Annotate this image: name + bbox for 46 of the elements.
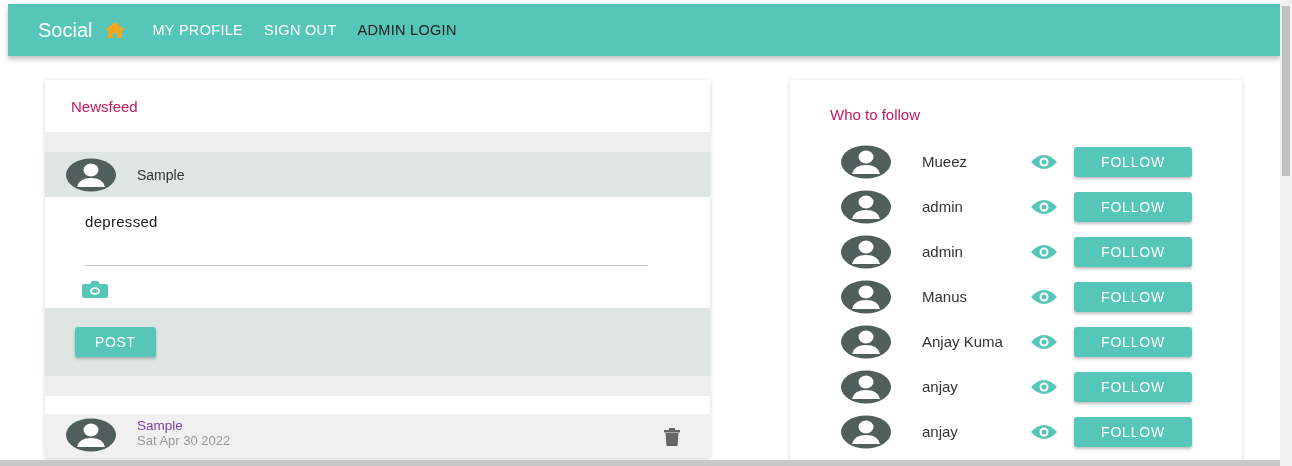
avatar-icon [840, 279, 892, 314]
avatar-icon [840, 324, 892, 359]
scrollbar[interactable] [0, 460, 1280, 466]
eye-icon[interactable] [1030, 288, 1058, 305]
follow-button[interactable]: FOLLOW [1074, 191, 1192, 222]
home-icon[interactable] [104, 21, 127, 39]
follow-button[interactable]: FOLLOW [1074, 146, 1192, 177]
eye-icon[interactable] [1030, 243, 1058, 260]
user-name: Manus [922, 288, 969, 305]
avatar-icon [840, 369, 892, 404]
brand-link[interactable]: Social [38, 18, 93, 42]
eye-icon[interactable] [1030, 378, 1058, 395]
eye-icon[interactable] [1030, 153, 1058, 170]
follow-button[interactable]: FOLLOW [1074, 281, 1192, 312]
user-name: admin [922, 198, 964, 215]
follow-button[interactable]: FOLLOW [1074, 371, 1192, 402]
delete-icon[interactable] [664, 428, 680, 446]
avatar-icon [840, 144, 892, 179]
eye-icon[interactable] [1030, 198, 1058, 215]
post-button[interactable]: POST [75, 327, 156, 357]
eye-icon[interactable] [1030, 423, 1058, 440]
avatar-icon [840, 234, 892, 269]
user-name: Sample [137, 166, 185, 183]
scrollbar[interactable] [1280, 0, 1292, 466]
user-name: anjay [922, 378, 959, 395]
follow-button[interactable]: FOLLOW [1074, 236, 1192, 267]
author-link[interactable]: Sample [137, 418, 644, 433]
camera-icon[interactable] [82, 280, 108, 298]
avatar-icon [65, 418, 117, 452]
user-name: anjay [922, 423, 959, 440]
avatar-icon [840, 189, 892, 224]
user-name: Anjay Kuma [922, 333, 1004, 350]
nav-link[interactable]: ADMIN LOGIN [357, 22, 457, 38]
post-date: Sat Apr 30 2022 [137, 433, 232, 448]
follow-button[interactable]: FOLLOW [1074, 326, 1192, 357]
user-name: admin [922, 243, 964, 260]
follow-button[interactable]: FOLLOW [1074, 416, 1192, 447]
avatar-icon [840, 414, 892, 449]
nav-link[interactable]: MY PROFILE [152, 22, 244, 38]
nav-link[interactable]: SIGN OUT [264, 22, 337, 38]
post-field[interactable]: depressed [85, 207, 648, 266]
card-title: Newsfeed [70, 96, 139, 117]
avatar-icon [65, 157, 117, 192]
card-title: Who to follow [830, 106, 922, 123]
eye-icon[interactable] [1030, 333, 1058, 350]
user-name: Mueez [922, 153, 969, 170]
